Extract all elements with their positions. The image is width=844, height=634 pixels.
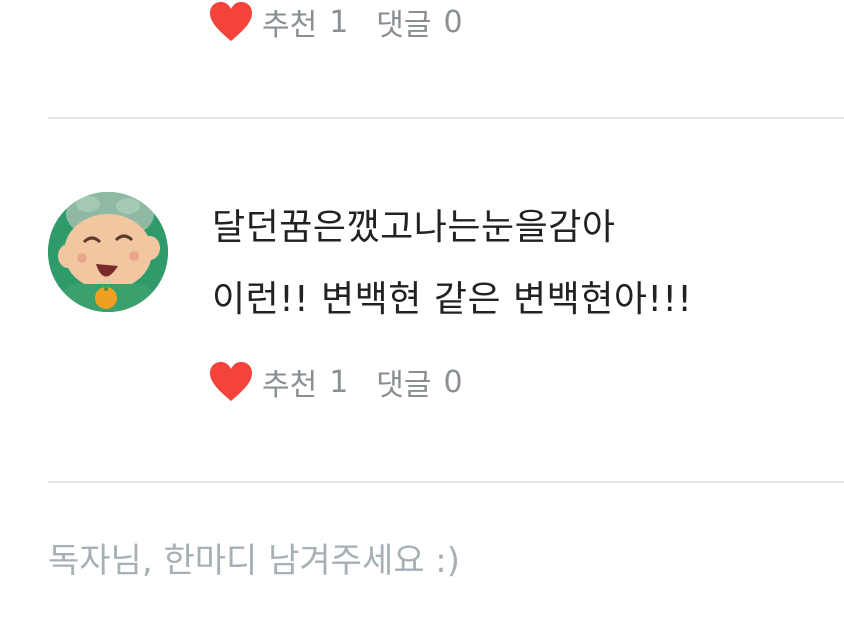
- comment-divider: [48, 481, 844, 483]
- comment-actions: 추천 1 댓글 0: [208, 0, 463, 44]
- avatar[interactable]: [48, 192, 168, 312]
- reply-label[interactable]: 댓글: [376, 360, 431, 404]
- comment-input-area: [0, 484, 844, 634]
- comment-text-line: 이런!! 변백현 같은 변백현아!!!: [212, 279, 693, 320]
- reply-label[interactable]: 댓글: [376, 0, 431, 44]
- reply-count: 0: [443, 364, 463, 400]
- comment-input[interactable]: [48, 536, 808, 586]
- comment-list-page: 추천 1 댓글 0 달던꿈은깼고나는눈을감아 이런!! 변백현 같은 변백현아!…: [0, 0, 844, 634]
- like-label[interactable]: 추천: [262, 360, 317, 404]
- comment-divider: [48, 117, 844, 119]
- like-count: 1: [329, 4, 349, 40]
- comment-actions: 추천 1 댓글 0: [208, 360, 463, 404]
- like-count: 1: [329, 364, 349, 400]
- reply-count: 0: [443, 4, 463, 40]
- heart-icon[interactable]: [208, 0, 254, 44]
- like-label[interactable]: 추천: [262, 0, 317, 44]
- heart-icon[interactable]: [208, 360, 254, 404]
- comment-text-line: 달던꿈은깼고나는눈을감아: [212, 207, 616, 248]
